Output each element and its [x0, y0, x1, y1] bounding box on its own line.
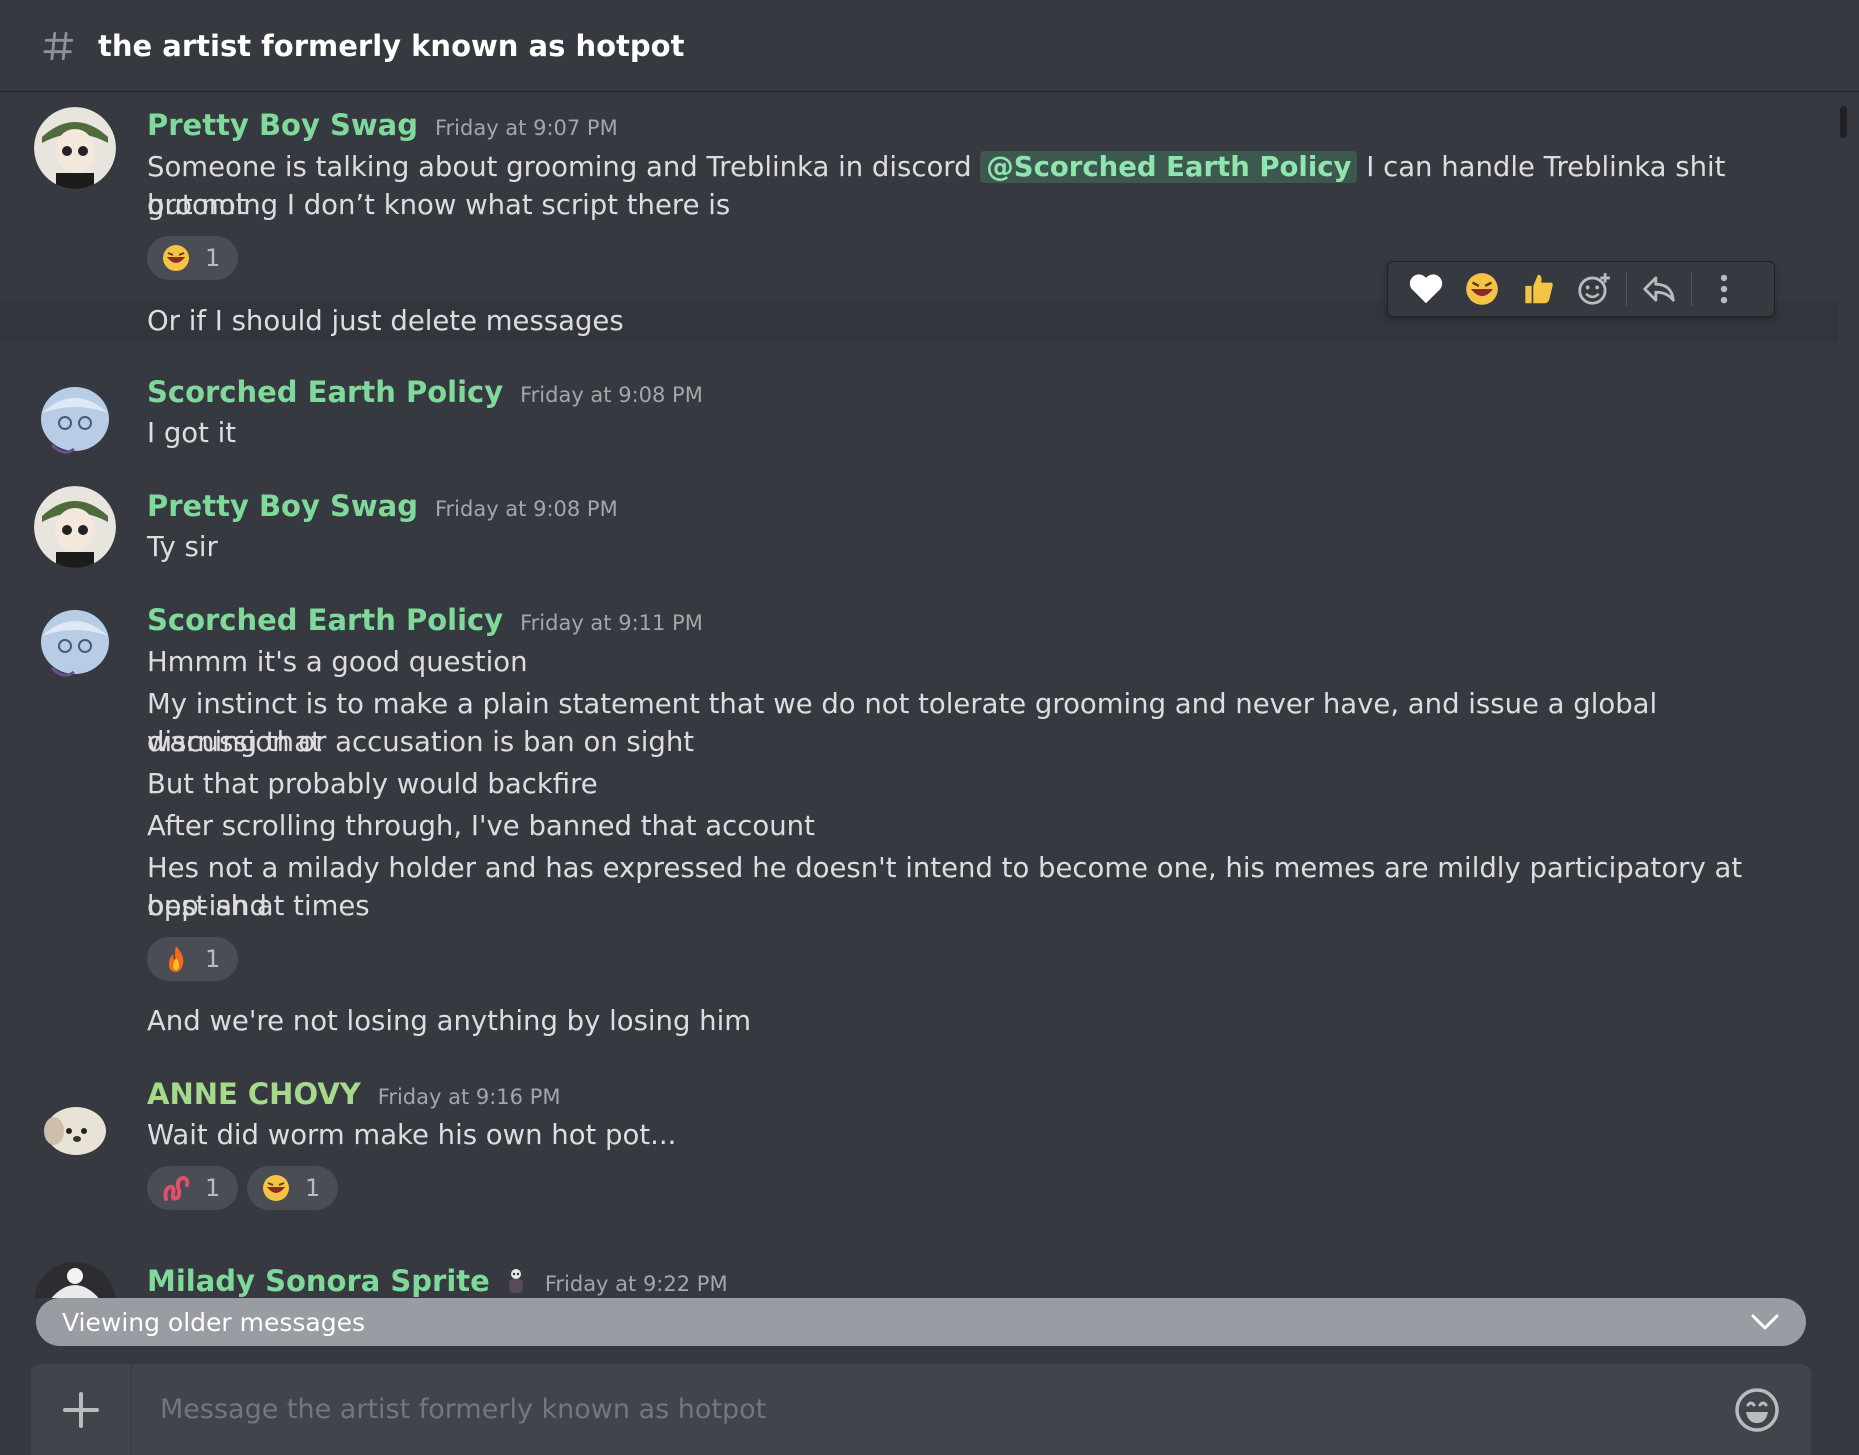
message-text: discussion or accusation is ban on sight: [147, 726, 695, 758]
timestamp[interactable]: Friday at 9:07 PM: [435, 116, 618, 140]
timestamp[interactable]: Friday at 9:08 PM: [435, 497, 618, 521]
message-text-part: Someone is talking about grooming and Tr…: [147, 151, 981, 183]
message-actions-toolbar: [1387, 261, 1775, 317]
thumbs-up-icon: [1525, 274, 1553, 304]
username[interactable]: Pretty Boy Swag: [147, 108, 418, 142]
avatar[interactable]: [34, 486, 116, 568]
message-text: But that probably would backfire: [147, 768, 598, 800]
emoji-picker-icon[interactable]: [1733, 1386, 1781, 1434]
reaction-laughing[interactable]: 1: [147, 236, 239, 280]
message-input[interactable]: [158, 1393, 1733, 1426]
message-header: Scorched Earth Policy Friday at 9:11 PM: [147, 603, 703, 637]
message-text: Hmmm it's a good question: [147, 646, 528, 678]
chevron-down-icon[interactable]: [1750, 1312, 1780, 1332]
username[interactable]: Scorched Earth Policy: [147, 603, 503, 637]
reaction-fire[interactable]: 1: [147, 937, 239, 981]
username[interactable]: Pretty Boy Swag: [147, 489, 418, 523]
timestamp[interactable]: Friday at 9:08 PM: [520, 383, 703, 407]
message-text: grooming I don’t know what script there …: [147, 189, 731, 221]
avatar[interactable]: [34, 1262, 116, 1298]
message-text: After scrolling through, I've banned tha…: [147, 810, 815, 842]
reaction-count: 1: [305, 1174, 321, 1202]
message-text: And we're not losing anything by losing …: [147, 1005, 752, 1037]
plus-icon: [63, 1391, 99, 1428]
message-header: ANNE CHOVY Friday at 9:16 PM: [147, 1077, 560, 1111]
attach-button[interactable]: [31, 1364, 132, 1455]
laughing-emoji-icon: [163, 245, 189, 271]
message-header: Pretty Boy Swag Friday at 9:08 PM: [147, 489, 618, 523]
user-mention[interactable]: @Scorched Earth Policy: [980, 151, 1358, 183]
channel-header: the artist formerly known as hotpot: [0, 0, 1859, 92]
scrollbar-thumb[interactable]: [1840, 106, 1847, 138]
reply-button[interactable]: [1631, 261, 1687, 317]
laughing-icon: [1466, 273, 1498, 305]
add-reaction-icon: [1578, 273, 1610, 305]
older-messages-label: Viewing older messages: [62, 1307, 366, 1337]
toolbar-divider: [1626, 272, 1627, 306]
heart-icon: [1409, 274, 1443, 304]
reaction-count: 1: [205, 1174, 221, 1202]
reply-icon: [1643, 276, 1675, 302]
username[interactable]: ANNE CHOVY: [147, 1077, 361, 1111]
message-text: opp-ish at times: [147, 890, 370, 922]
username[interactable]: Milady Sonora Sprite: [147, 1264, 490, 1298]
reaction-worm[interactable]: 1: [147, 1166, 239, 1210]
avatar[interactable]: [34, 602, 116, 684]
avatar[interactable]: [34, 107, 116, 189]
laugh-react-button[interactable]: [1454, 261, 1510, 317]
message-text: I got it: [147, 417, 237, 449]
message-text: Wait did worm make his own hot pot...: [147, 1119, 677, 1151]
reaction-count: 1: [205, 945, 221, 973]
message-text: Ty sir: [147, 531, 218, 563]
more-options-button[interactable]: [1696, 261, 1752, 317]
message-header: Pretty Boy Swag Friday at 9:07 PM: [147, 108, 618, 142]
avatar[interactable]: [34, 1089, 116, 1171]
message-header: Scorched Earth Policy Friday at 9:08 PM: [147, 375, 703, 409]
channel-title: the artist formerly known as hotpot: [98, 28, 685, 63]
reaction-count: 1: [205, 244, 221, 272]
sprite-badge-icon: [508, 1269, 523, 1293]
hashtag-icon: [43, 31, 74, 60]
add-reaction-button[interactable]: [1566, 261, 1622, 317]
username[interactable]: Scorched Earth Policy: [147, 375, 503, 409]
avatar[interactable]: [34, 379, 116, 461]
worm-emoji-icon: [163, 1175, 190, 1201]
toolbar-divider: [1691, 272, 1692, 306]
viewing-older-messages-bar[interactable]: Viewing older messages: [36, 1298, 1806, 1346]
timestamp[interactable]: Friday at 9:16 PM: [378, 1085, 561, 1109]
message-header: Milady Sonora Sprite Friday at 9:22 PM: [147, 1264, 728, 1298]
more-icon: [1720, 274, 1728, 304]
timestamp[interactable]: Friday at 9:11 PM: [520, 611, 703, 635]
timestamp[interactable]: Friday at 9:22 PM: [545, 1272, 728, 1296]
fire-emoji-icon: [169, 946, 184, 972]
reaction-laughing[interactable]: 1: [247, 1166, 339, 1210]
laughing-emoji-icon: [263, 1175, 289, 1201]
heart-button[interactable]: [1398, 261, 1454, 317]
message-composer: [31, 1364, 1811, 1455]
thumbs-up-button[interactable]: [1510, 261, 1566, 317]
